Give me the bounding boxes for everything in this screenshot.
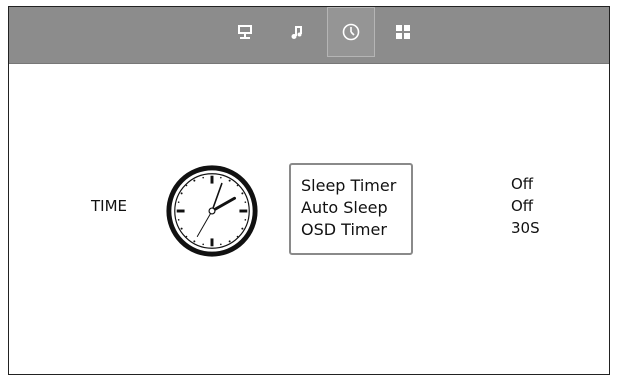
tab-time[interactable] bbox=[327, 7, 375, 57]
timer-menu: Sleep Timer Auto Sleep OSD Timer bbox=[289, 163, 413, 255]
osd-timer-value: 30S bbox=[511, 219, 540, 237]
tab-audio[interactable] bbox=[273, 7, 321, 57]
clock-icon bbox=[342, 23, 360, 41]
tab-other[interactable] bbox=[379, 7, 427, 57]
monitor-icon bbox=[238, 25, 252, 39]
menu-item-auto-sleep[interactable]: Auto Sleep bbox=[301, 197, 411, 219]
menu-item-osd-timer[interactable]: OSD Timer bbox=[301, 219, 411, 241]
tab-bar bbox=[9, 7, 609, 64]
menu-item-sleep-timer[interactable]: Sleep Timer bbox=[301, 175, 411, 197]
grid-icon bbox=[396, 25, 410, 39]
osd-window: TIME Sleep Timer Auto Sleep OSD Timer Of… bbox=[8, 6, 610, 375]
auto-sleep-value: Off bbox=[511, 197, 534, 215]
sleep-timer-value: Off bbox=[511, 175, 534, 193]
analog-clock-icon bbox=[166, 165, 258, 257]
tab-display[interactable] bbox=[221, 7, 269, 57]
music-note-icon bbox=[291, 26, 302, 39]
section-label: TIME bbox=[91, 197, 128, 215]
setting-values: Off Off 30S bbox=[511, 173, 540, 239]
